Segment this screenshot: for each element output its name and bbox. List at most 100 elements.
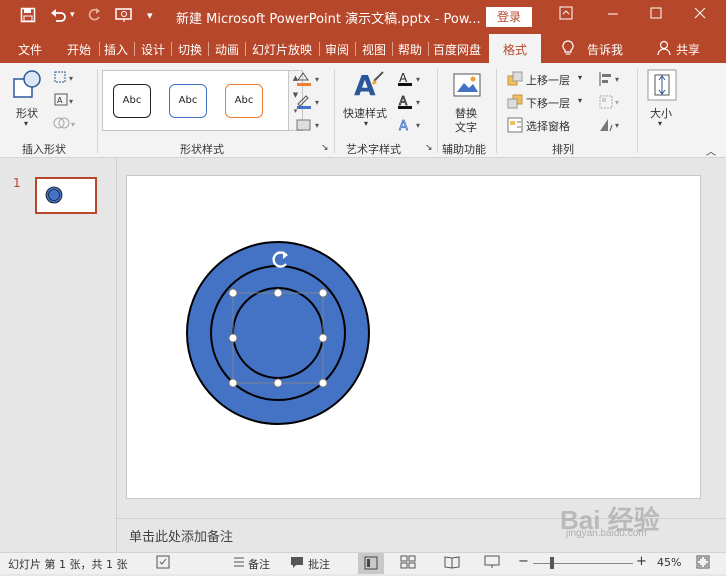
text-fill-icon[interactable]: A ▾	[396, 71, 426, 90]
share-button[interactable]: 共享	[676, 41, 700, 58]
text-box-icon[interactable]: A ▾	[53, 93, 79, 110]
shape-style-blue[interactable]: Abc	[169, 84, 207, 118]
accessibility-check-icon[interactable]	[156, 555, 170, 572]
resize-handle-bottom-left[interactable]	[228, 378, 238, 388]
send-backward-icon[interactable]	[507, 94, 523, 113]
rotate-icon[interactable]: ▾	[598, 117, 624, 136]
slideshow-icon[interactable]	[484, 555, 500, 572]
notes-button[interactable]: 备注	[248, 556, 270, 572]
wordart-launcher-icon[interactable]: ↘	[425, 143, 433, 153]
minimize-icon[interactable]	[603, 6, 623, 24]
shape-style-dark[interactable]: Abc	[113, 84, 151, 118]
svg-text:▾: ▾	[315, 98, 319, 107]
tab-format[interactable]: 格式	[489, 34, 542, 63]
resize-handle-left[interactable]	[228, 333, 238, 343]
bring-forward-label[interactable]: 上移一层	[526, 72, 570, 88]
login-button[interactable]: 登录	[486, 7, 532, 27]
close-icon[interactable]	[690, 6, 710, 24]
group-label-arrange: 排列	[552, 143, 574, 156]
text-effects-icon[interactable]: A ▾	[396, 117, 426, 136]
share-icon[interactable]	[657, 40, 671, 59]
tell-me-search[interactable]: 告诉我	[587, 41, 623, 58]
reading-view-icon[interactable]	[444, 555, 460, 572]
customize-qat-icon[interactable]: ▾	[147, 9, 153, 22]
shapes-dropdown-icon[interactable]: ▾	[24, 119, 28, 128]
maximize-icon[interactable]	[646, 6, 666, 24]
redo-icon[interactable]	[86, 7, 102, 27]
size-icon[interactable]	[647, 69, 677, 104]
size-dropdown-icon[interactable]: ▾	[658, 119, 662, 128]
tab-separator	[134, 42, 135, 56]
tab-separator	[245, 42, 246, 56]
save-icon[interactable]	[20, 7, 36, 27]
slide-thumbnail[interactable]	[35, 177, 97, 214]
zoom-out-button[interactable]: −	[518, 554, 529, 569]
slide-sorter-icon[interactable]	[400, 555, 416, 572]
undo-dropdown-icon[interactable]: ▾	[70, 10, 75, 20]
align-icon[interactable]: ▾	[598, 71, 624, 90]
group-separator	[437, 69, 438, 153]
svg-text:A: A	[399, 119, 408, 133]
tab-slideshow[interactable]: 幻灯片放映	[252, 41, 312, 58]
tab-separator	[428, 42, 429, 56]
tab-review[interactable]: 审阅	[325, 41, 349, 58]
shape-effects-icon[interactable]: ▾	[294, 117, 324, 136]
send-backward-label[interactable]: 下移一层	[526, 95, 570, 111]
tab-baidu-netdisk[interactable]: 百度网盘	[433, 41, 481, 58]
shapes-icon[interactable]	[12, 69, 44, 104]
shape-style-orange[interactable]: Abc	[225, 84, 263, 118]
fit-to-window-icon[interactable]	[696, 555, 710, 572]
normal-view-button[interactable]	[358, 553, 384, 574]
outer-circle-shape[interactable]	[186, 241, 370, 425]
selection-pane-icon[interactable]	[507, 117, 523, 136]
bring-forward-icon[interactable]	[507, 71, 523, 90]
tab-help[interactable]: 帮助	[398, 41, 422, 58]
resize-handle-right[interactable]	[318, 333, 328, 343]
send-backward-dropdown-icon[interactable]: ▾	[578, 96, 582, 105]
resize-handle-top-right[interactable]	[318, 288, 328, 298]
tab-design[interactable]: 设计	[141, 41, 165, 58]
merge-shapes-icon[interactable]: ▾	[53, 116, 79, 133]
lightbulb-icon[interactable]	[562, 40, 574, 59]
alt-text-label-line2[interactable]: 文字	[455, 119, 477, 135]
selection-pane-label[interactable]: 选择窗格	[526, 118, 570, 134]
zoom-slider-track[interactable]	[533, 563, 633, 564]
notes-placeholder[interactable]: 单击此处添加备注	[129, 526, 233, 545]
alt-text-icon[interactable]	[452, 71, 482, 104]
comments-button[interactable]: 批注	[308, 556, 330, 572]
resize-handle-bottom[interactable]	[273, 378, 283, 388]
text-outline-icon[interactable]: A ▾	[396, 94, 426, 113]
quick-styles-dropdown-icon[interactable]: ▾	[364, 119, 368, 128]
tab-home[interactable]: 开始	[67, 41, 91, 58]
zoom-percent[interactable]: 45%	[657, 556, 681, 569]
quick-styles-icon[interactable]: A	[352, 69, 386, 106]
tab-animations[interactable]: 动画	[215, 41, 239, 58]
tab-transitions[interactable]: 切换	[178, 41, 202, 58]
resize-handle-top-left[interactable]	[228, 288, 238, 298]
tab-view[interactable]: 视图	[362, 41, 386, 58]
edit-shape-icon[interactable]: ▾	[53, 70, 79, 87]
present-from-start-icon[interactable]	[115, 7, 133, 27]
tab-file[interactable]: 文件	[18, 41, 42, 58]
group-label-shape-styles: 形状样式	[180, 143, 224, 156]
shape-styles-launcher-icon[interactable]: ↘	[321, 143, 329, 153]
svg-text:▾: ▾	[71, 120, 75, 129]
slide-canvas[interactable]	[126, 175, 701, 499]
collapse-ribbon-icon[interactable]: ︿	[706, 143, 716, 158]
group-label-accessibility: 辅助功能	[442, 143, 486, 156]
tab-separator	[355, 42, 356, 56]
comments-icon[interactable]	[290, 555, 304, 572]
group-separator	[334, 69, 335, 153]
resize-handle-bottom-right[interactable]	[318, 378, 328, 388]
group-objects-icon[interactable]: ▾	[598, 94, 624, 113]
tab-insert[interactable]: 插入	[104, 41, 128, 58]
zoom-slider-thumb[interactable]	[550, 557, 554, 569]
undo-icon[interactable]	[50, 7, 68, 27]
ribbon-display-options-icon[interactable]	[556, 6, 576, 24]
resize-handle-top[interactable]	[273, 288, 283, 298]
zoom-in-button[interactable]: +	[636, 554, 647, 569]
shape-outline-icon[interactable]: ▾	[294, 94, 324, 113]
shape-fill-icon[interactable]: ▾	[294, 71, 324, 90]
notes-icon[interactable]	[232, 555, 246, 572]
bring-forward-dropdown-icon[interactable]: ▾	[578, 73, 582, 82]
